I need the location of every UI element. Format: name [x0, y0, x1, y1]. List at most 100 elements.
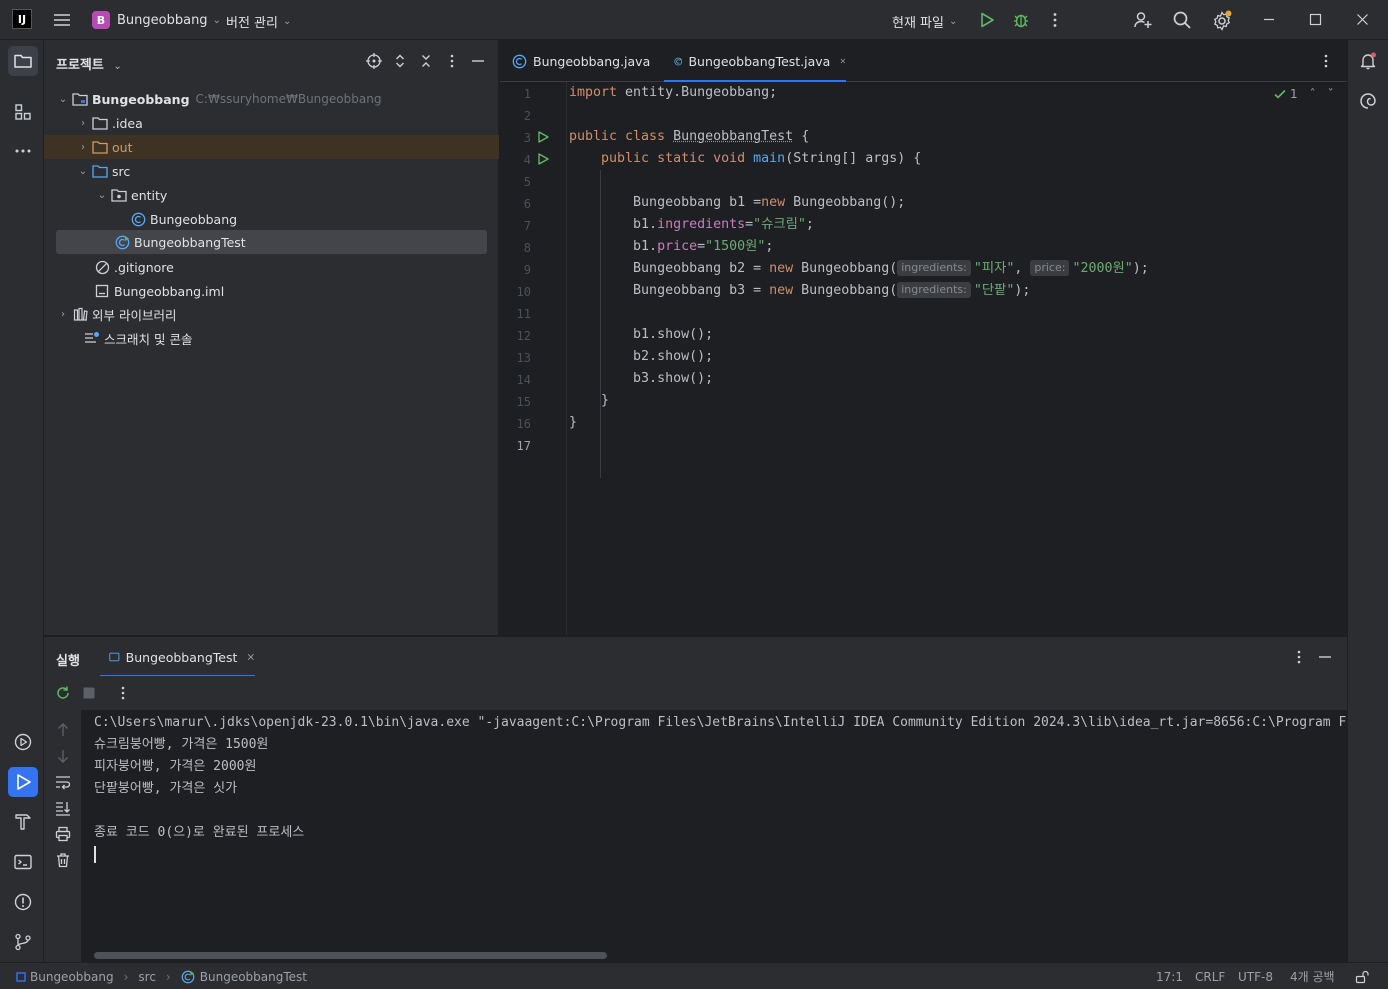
chevron-down-icon: ⌄ [282, 16, 292, 27]
breadcrumb-src[interactable]: src [138, 970, 156, 984]
line-number: 4 [523, 153, 531, 167]
tree-item-external-libraries[interactable]: › 외부 라이브러리 [56, 302, 487, 326]
print-button[interactable] [55, 826, 71, 842]
tab-bungeobbangtest-java[interactable]: BungeobbangTest.java [664, 40, 846, 82]
tree-item-test-class[interactable]: BungeobbangTest [56, 230, 487, 254]
run-panel-options-button[interactable] [1291, 649, 1307, 665]
folder-icon [14, 54, 32, 68]
code-editor[interactable]: 1 ˆ ˇ import entity.Bungeobbang; public … [567, 82, 1347, 635]
close-icon[interactable] [247, 652, 255, 662]
run-gutter-icon[interactable] [537, 131, 549, 143]
breadcrumb-project[interactable]: Bungeobbang [30, 970, 114, 984]
stop-button[interactable] [83, 687, 95, 699]
runnable-class-icon [674, 57, 683, 65]
problems-tool-button[interactable] [8, 887, 38, 917]
collapse-all-button[interactable] [418, 53, 434, 69]
tree-item-project-root[interactable]: ⌄ Bungeobbang C:₩ssuryhome₩Bungeobbang [56, 87, 487, 111]
more-tools-button[interactable] [8, 136, 38, 166]
horizontal-scrollbar[interactable] [94, 952, 607, 959]
run-config-selector[interactable]: 현재 파일 ⌄ [892, 12, 957, 31]
debug-button[interactable] [1012, 11, 1030, 29]
console-output[interactable]: C:\Users\marur\.jdks\openjdk-23.0.1\bin\… [82, 710, 1347, 962]
close-icon [1357, 14, 1368, 25]
terminal-tool-button[interactable] [8, 847, 38, 877]
soft-wrap-button[interactable] [55, 774, 71, 790]
structure-icon [15, 104, 31, 120]
run-tool-button[interactable] [8, 767, 38, 797]
minimize-button[interactable] [1262, 12, 1276, 26]
editor-tab-bar: Bungeobbang.java BungeobbangTest.java [500, 40, 1347, 82]
editor-tabs-options-button[interactable] [1318, 53, 1334, 69]
hide-panel-button[interactable] [470, 53, 486, 69]
tree-item-entity[interactable]: ⌄ entity [56, 183, 487, 207]
chevron-down-icon[interactable]: ˇ [1328, 87, 1334, 101]
line-separator[interactable]: CRLF [1195, 963, 1225, 989]
select-opened-file-button[interactable] [366, 53, 382, 69]
project-switcher[interactable]: B Bungeobbang ⌄ [92, 11, 221, 29]
scroll-to-end-button[interactable] [55, 800, 71, 816]
settings-button[interactable] [1211, 9, 1233, 31]
caret-position[interactable]: 17:1 [1156, 963, 1183, 989]
chevron-right-icon: › [81, 141, 85, 153]
project-root-path: C:₩ssuryhome₩Bungeobbang [195, 92, 382, 106]
inspection-widget[interactable]: 1 ˆ ˇ [1273, 87, 1334, 101]
clear-console-button[interactable] [55, 852, 71, 868]
code-line: } [601, 393, 610, 408]
more-actions-button[interactable] [1046, 11, 1064, 29]
read-only-toggle[interactable] [1355, 963, 1369, 989]
tree-item-iml[interactable]: Bungeobbang.iml [56, 279, 487, 303]
tree-item-out[interactable]: › out [44, 135, 499, 159]
tree-item-gitignore[interactable]: .gitignore [56, 255, 487, 279]
tree-item-label: src [112, 163, 131, 179]
code-with-me-button[interactable] [1133, 10, 1153, 30]
tree-item-src[interactable]: ⌄ src [56, 159, 487, 183]
hide-run-panel-button[interactable] [1317, 649, 1333, 665]
close-window-button[interactable] [1356, 13, 1369, 26]
services-tool-button[interactable] [8, 727, 38, 757]
ai-assistant-button[interactable] [1353, 86, 1383, 116]
project-tool-button[interactable] [8, 46, 38, 76]
tab-bungeobbang-java[interactable]: Bungeobbang.java [512, 40, 662, 82]
search-button[interactable] [1172, 10, 1192, 30]
maximize-button[interactable] [1309, 13, 1322, 26]
notifications-button[interactable] [1353, 46, 1383, 76]
tree-item-scratches[interactable]: 스크래치 및 콘솔 [56, 326, 487, 350]
run-button[interactable] [978, 11, 996, 29]
code-line: Bungeobbang b3 = new Bungeobbang(ingredi… [633, 282, 1031, 298]
tree-item-label: entity [131, 187, 168, 203]
run-tab-bungeobbangtest[interactable]: BungeobbangTest [100, 637, 255, 677]
console-line: 피자붕어빵, 가격은 2000원 [94, 759, 257, 774]
chevron-down-icon: ⌄ [212, 14, 221, 26]
project-panel-title[interactable]: 프로젝트 ⌄ [56, 54, 122, 73]
main-menu-button[interactable] [52, 10, 72, 30]
chevron-up-icon[interactable]: ˆ [1310, 87, 1316, 101]
breadcrumb-class[interactable]: BungeobbangTest [200, 970, 307, 984]
expand-all-button[interactable] [392, 53, 408, 69]
close-icon[interactable] [840, 56, 846, 66]
line-number: 7 [523, 219, 531, 233]
tree-item-bungeobbang-class[interactable]: Bungeobbang [56, 207, 487, 231]
rerun-button[interactable] [55, 685, 71, 701]
line-number: 14 [516, 373, 531, 387]
run-gutter-icon[interactable] [537, 153, 549, 165]
build-tool-button[interactable] [8, 807, 38, 837]
git-tool-button[interactable] [8, 927, 38, 957]
code-line: import entity.Bungeobbang; [569, 85, 778, 100]
minimize-icon [1319, 656, 1331, 658]
code-line: Bungeobbang b1 =new Bungeobbang(); [633, 195, 906, 210]
structure-tool-button[interactable] [8, 97, 38, 127]
indent-setting[interactable]: 4개 공백 [1290, 963, 1335, 989]
file-encoding[interactable]: UTF-8 [1238, 963, 1273, 989]
line-number: 6 [523, 197, 531, 211]
code-line: public class BungeobbangTest { [569, 129, 810, 144]
minimize-icon [472, 60, 484, 62]
scroll-down-button[interactable] [55, 748, 71, 764]
project-options-button[interactable] [444, 53, 460, 69]
scroll-up-button[interactable] [55, 722, 71, 738]
left-tool-strip [0, 40, 44, 962]
console-side-toolbar [44, 710, 82, 962]
vcs-menu[interactable]: 버전 관리 ⌄ [226, 12, 291, 31]
run-more-button[interactable] [115, 685, 131, 701]
tree-item-idea[interactable]: › .idea [56, 111, 487, 135]
app-icon[interactable]: IJ [12, 9, 32, 29]
